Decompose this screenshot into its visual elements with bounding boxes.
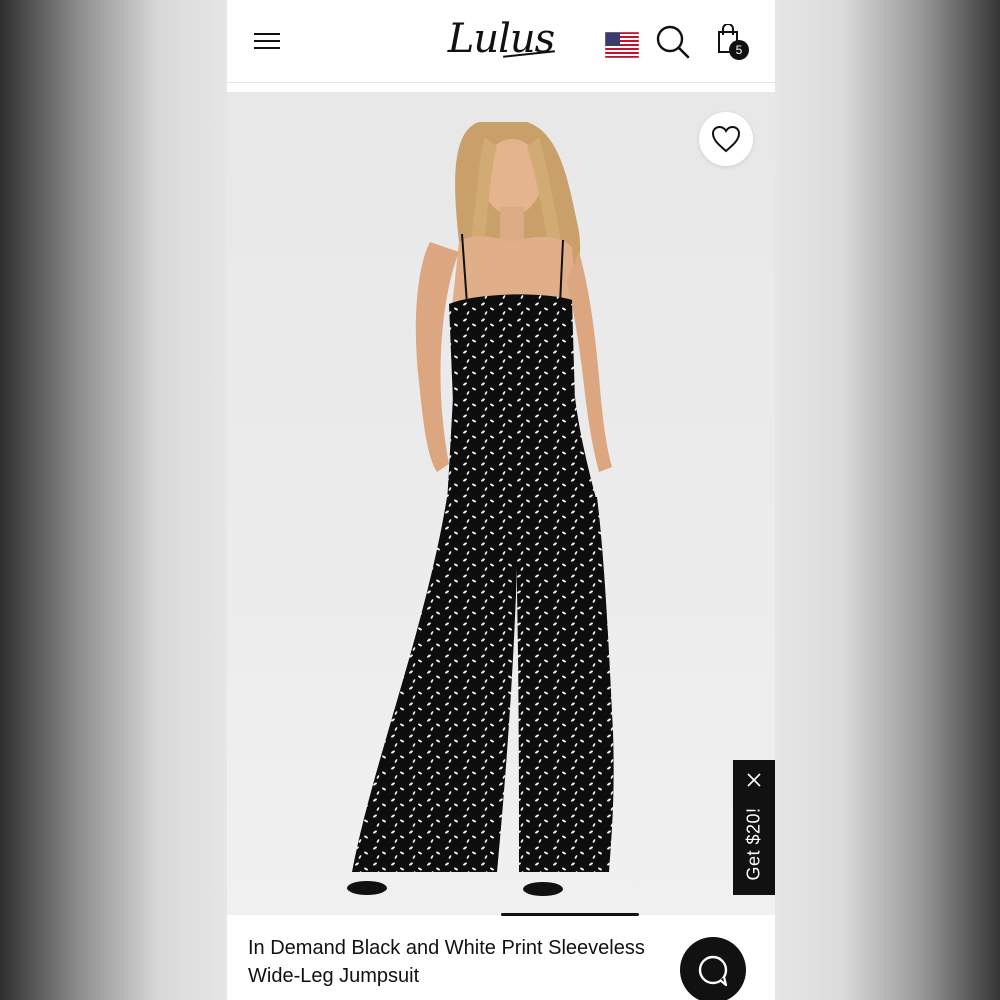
heart-icon	[711, 125, 741, 153]
cart-count-badge: 5	[729, 40, 749, 60]
image-carousel-indicator	[501, 913, 639, 916]
brand-logo[interactable]: Lulus	[445, 14, 557, 64]
menu-icon-bar	[254, 40, 280, 42]
wishlist-button[interactable]	[699, 112, 753, 166]
model-photo	[347, 122, 614, 896]
search-icon[interactable]	[655, 24, 691, 60]
promo-tab[interactable]: Get $20!	[733, 760, 775, 895]
product-title-line2: Wide-Leg Jumpsuit	[248, 965, 420, 987]
menu-button[interactable]	[254, 29, 282, 53]
menu-icon-bar	[254, 33, 280, 35]
chat-icon	[698, 955, 728, 987]
site-header: Lulus 5	[227, 0, 775, 83]
product-title-line1: In Demand Black and White Print Sleevele…	[248, 937, 645, 959]
us-flag-icon[interactable]	[605, 32, 639, 58]
cart-button[interactable]: 5	[717, 24, 755, 62]
menu-icon-bar	[254, 47, 280, 49]
chat-button[interactable]	[680, 937, 746, 1000]
close-icon[interactable]	[745, 771, 763, 789]
product-title: In Demand Black and White Print Sleevele…	[248, 934, 708, 990]
product-image[interactable]	[227, 92, 775, 915]
promo-label[interactable]: Get $20!	[744, 807, 765, 880]
mobile-page: Lulus 5 Get $20! In Demand Black and Whi…	[227, 0, 775, 1000]
